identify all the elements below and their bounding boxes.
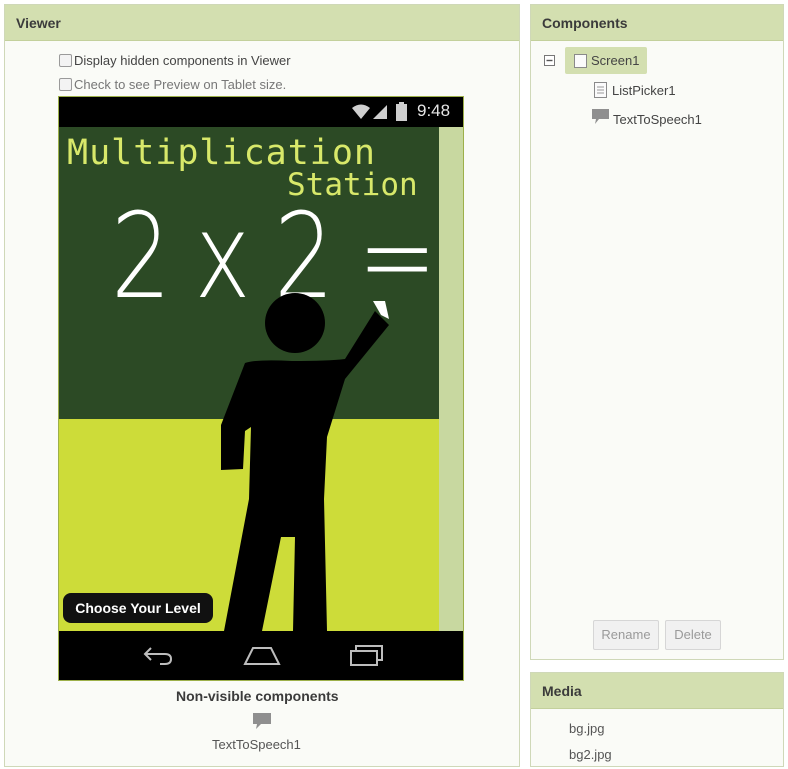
media-file-bg[interactable]: bg.jpg: [569, 721, 604, 736]
home-icon[interactable]: [243, 644, 281, 666]
tree-item-texttospeech1[interactable]: TextToSpeech1: [591, 109, 702, 127]
nonvisible-item-texttospeech[interactable]: TextToSpeech1: [212, 737, 301, 752]
collapse-icon[interactable]: [544, 55, 555, 66]
signal-icon: [373, 105, 387, 119]
speech-bubble-icon: [592, 109, 609, 124]
rename-button[interactable]: Rename: [593, 620, 659, 650]
phone-preview: 9:48 Multiplication Station 2 x 2 = 4 Ch…: [58, 96, 464, 681]
display-hidden-checkbox[interactable]: Display hidden components in Viewer: [59, 53, 291, 68]
battery-icon: [396, 102, 407, 121]
teacher-figure: [221, 293, 389, 631]
back-icon[interactable]: [142, 645, 174, 665]
status-time: 9:48: [417, 101, 451, 120]
components-panel: Components: [530, 4, 784, 660]
delete-button[interactable]: Delete: [665, 620, 721, 650]
listpicker-icon: [594, 82, 607, 98]
choose-level-button[interactable]: Choose Your Level: [63, 593, 213, 623]
recent-apps-icon[interactable]: [349, 645, 385, 667]
components-header: Components: [531, 5, 783, 41]
status-bar: 9:48: [59, 97, 463, 127]
media-header: Media: [531, 673, 783, 709]
screen-icon: [574, 53, 587, 68]
wifi-icon: [352, 104, 370, 119]
tree-item-listpicker1[interactable]: ListPicker1: [594, 82, 676, 98]
tree-label-screen1: Screen1: [591, 53, 640, 68]
preview-scrollbar[interactable]: [439, 127, 463, 631]
nonvisible-components-heading: Non-visible components: [176, 688, 339, 704]
nav-bar: [59, 631, 463, 680]
tree-label-texttospeech1: TextToSpeech1: [613, 112, 702, 127]
media-file-bg2[interactable]: bg2.jpg: [569, 747, 612, 762]
viewer-header: Viewer: [5, 5, 519, 41]
checkbox-box[interactable]: [59, 54, 72, 67]
tree-label-listpicker1: ListPicker1: [612, 82, 676, 98]
tablet-preview-checkbox[interactable]: Check to see Preview on Tablet size.: [59, 77, 286, 92]
speech-bubble-icon[interactable]: [252, 712, 272, 730]
checkbox-box[interactable]: [59, 78, 72, 91]
tablet-preview-label: Check to see Preview on Tablet size.: [74, 77, 287, 92]
screen1-canvas: Multiplication Station 2 x 2 = 4 Choose …: [59, 127, 463, 631]
display-hidden-label: Display hidden components in Viewer: [74, 53, 291, 68]
tree-item-screen1[interactable]: Screen1: [565, 47, 647, 74]
